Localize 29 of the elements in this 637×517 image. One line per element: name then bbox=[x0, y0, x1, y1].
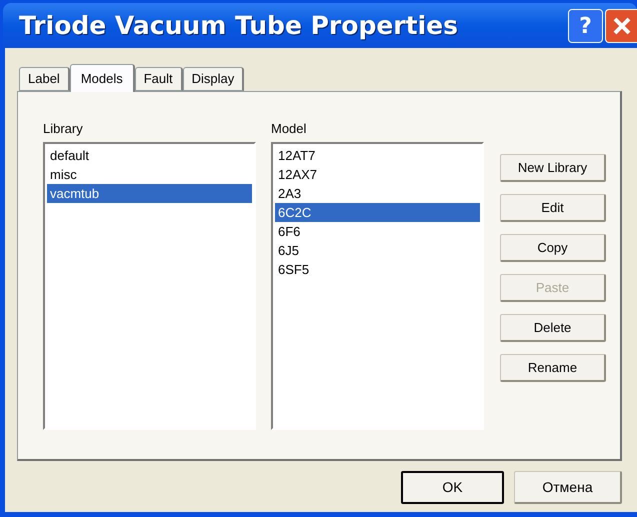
window-title: Triode Vacuum Tube Properties bbox=[19, 10, 459, 42]
side-button[interactable]: Delete bbox=[500, 314, 606, 342]
list-label: Library bbox=[43, 121, 84, 137]
list-item[interactable]: default bbox=[47, 146, 252, 165]
close-icon bbox=[612, 16, 632, 36]
list-item[interactable]: misc bbox=[47, 165, 252, 184]
list-item[interactable]: 2A3 bbox=[275, 184, 480, 203]
side-button[interactable]: New Library bbox=[500, 154, 606, 182]
tab[interactable]: Models bbox=[70, 64, 135, 92]
list-item[interactable]: vacmtub bbox=[47, 184, 252, 203]
close-button[interactable] bbox=[605, 8, 637, 42]
dialog-button[interactable]: OK bbox=[401, 471, 504, 504]
side-button[interactable]: Edit bbox=[500, 194, 606, 222]
list-item[interactable]: 6F6 bbox=[275, 222, 480, 241]
side-button[interactable]: Rename bbox=[500, 354, 606, 382]
list-item[interactable]: 6J5 bbox=[275, 241, 480, 260]
list-box[interactable]: 12AT7 12AX7 2A3 6C2C 6F6 6J5 6SF5 bbox=[271, 142, 484, 430]
tab[interactable]: Label bbox=[19, 67, 70, 91]
tab[interactable]: Fault bbox=[134, 67, 183, 91]
tab[interactable]: Display bbox=[182, 67, 244, 91]
dialog-button[interactable]: Отмена bbox=[514, 471, 622, 504]
side-button[interactable]: Copy bbox=[500, 234, 606, 262]
list-item[interactable]: 6C2C bbox=[275, 203, 480, 222]
list-label: Model bbox=[271, 121, 308, 137]
list-item[interactable]: 12AX7 bbox=[275, 165, 480, 184]
help-button[interactable]: ? bbox=[568, 8, 603, 42]
list-item[interactable]: 12AT7 bbox=[275, 146, 480, 165]
list-box[interactable]: default misc vacmtub bbox=[43, 142, 256, 430]
list-item[interactable]: 6SF5 bbox=[275, 260, 480, 279]
